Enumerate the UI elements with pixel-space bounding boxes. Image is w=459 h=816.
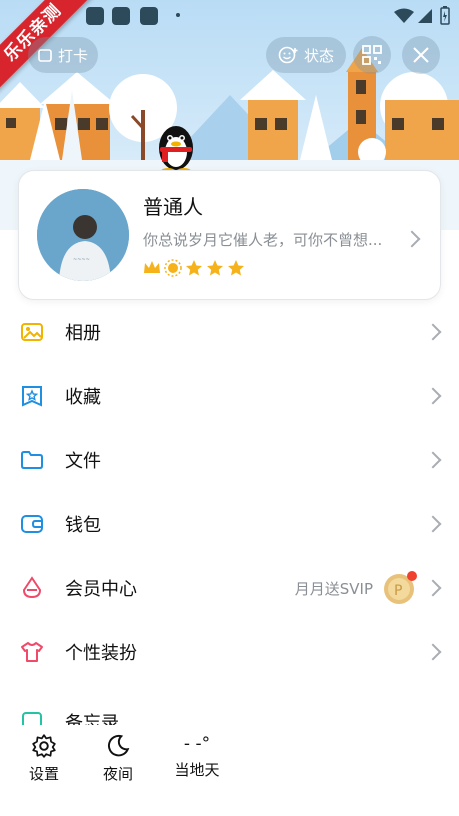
- vip-promo-text: 月月送SVIP: [294, 579, 373, 598]
- avatar-photo: ~~~~: [37, 189, 129, 281]
- folder-icon: [21, 451, 43, 469]
- chevron-right-icon: [424, 515, 442, 533]
- chevron-right-icon: [424, 579, 442, 597]
- settings-label: 设置: [28, 765, 59, 783]
- weather-temperature: - -°: [183, 734, 211, 754]
- menu-item-vip[interactable]: 会员中心 月月送SVIP P: [0, 556, 459, 620]
- status-label: 状态: [303, 46, 334, 65]
- wifi-icon: [394, 8, 414, 23]
- qr-code-icon: [362, 45, 382, 65]
- profile-chevron-icon: [403, 230, 421, 248]
- menu-item-favorites[interactable]: 收藏: [0, 364, 459, 428]
- chevron-right-icon: [424, 451, 442, 469]
- clockin-button[interactable]: 打卡: [28, 37, 98, 73]
- level-badges: [143, 259, 245, 277]
- calendar-icon: [38, 49, 52, 62]
- profile-name: 普通人: [143, 195, 203, 219]
- night-mode-button[interactable]: 夜间: [100, 733, 136, 784]
- night-label: 夜间: [102, 765, 133, 783]
- weather-widget[interactable]: - -° 当地天: [172, 733, 222, 780]
- vip-icon: [22, 576, 42, 599]
- chevron-right-icon: [424, 323, 442, 341]
- close-button[interactable]: [402, 36, 440, 74]
- menu-label-favorites: 收藏: [65, 387, 101, 408]
- menu-label-wallet: 钱包: [65, 515, 101, 536]
- weather-label: 当地天: [174, 761, 220, 779]
- menu-label-album: 相册: [65, 323, 101, 344]
- chevron-right-icon: [424, 643, 442, 661]
- svip-coin-icon: P: [384, 571, 417, 604]
- profile-signature: 你总说岁月它催人老，可你不曾想...: [143, 231, 383, 249]
- notification-icon: [112, 7, 130, 25]
- signal-icon: [418, 9, 432, 23]
- notification-icon: [86, 7, 104, 25]
- more-notifications-dot: [176, 13, 180, 17]
- photo-album-icon: [21, 323, 43, 341]
- clockin-label: 打卡: [57, 46, 88, 65]
- menu-item-files[interactable]: 文件: [0, 428, 459, 492]
- favorites-icon: [22, 386, 42, 407]
- sun-icon: [164, 259, 182, 277]
- qr-code-button[interactable]: [353, 36, 391, 74]
- chevron-right-icon: [424, 387, 442, 405]
- settings-button[interactable]: 设置: [26, 733, 62, 784]
- close-icon: [413, 47, 429, 63]
- status-smile-icon: [278, 46, 298, 64]
- status-button[interactable]: 状态: [266, 37, 346, 73]
- star-icon: [228, 260, 244, 276]
- menu-item-theme[interactable]: 个性装扮: [0, 620, 459, 684]
- avatar[interactable]: ~~~~: [37, 189, 129, 281]
- bottom-toolbar: 设置 夜间 - -° 当地天: [0, 725, 459, 816]
- wallet-icon: [21, 515, 43, 533]
- profile-card[interactable]: ~~~~ 普通人 你总说岁月它催人老，可你不曾想...: [18, 170, 441, 300]
- moon-icon: [107, 734, 130, 757]
- tshirt-icon: [21, 642, 43, 662]
- svg-text:~~~~: ~~~~: [73, 257, 90, 263]
- menu-label-vip: 会员中心: [65, 579, 137, 600]
- menu-label-theme: 个性装扮: [65, 643, 137, 664]
- menu-item-wallet[interactable]: 钱包: [0, 492, 459, 556]
- gear-icon: [32, 734, 56, 758]
- svg-text:P: P: [394, 583, 402, 599]
- battery-icon: [440, 6, 450, 25]
- star-icon: [186, 260, 202, 276]
- star-icon: [207, 260, 223, 276]
- menu-label-files: 文件: [65, 451, 101, 472]
- crown-icon: [144, 261, 160, 273]
- notification-icon: [140, 7, 158, 25]
- menu-item-album[interactable]: 相册: [0, 300, 459, 364]
